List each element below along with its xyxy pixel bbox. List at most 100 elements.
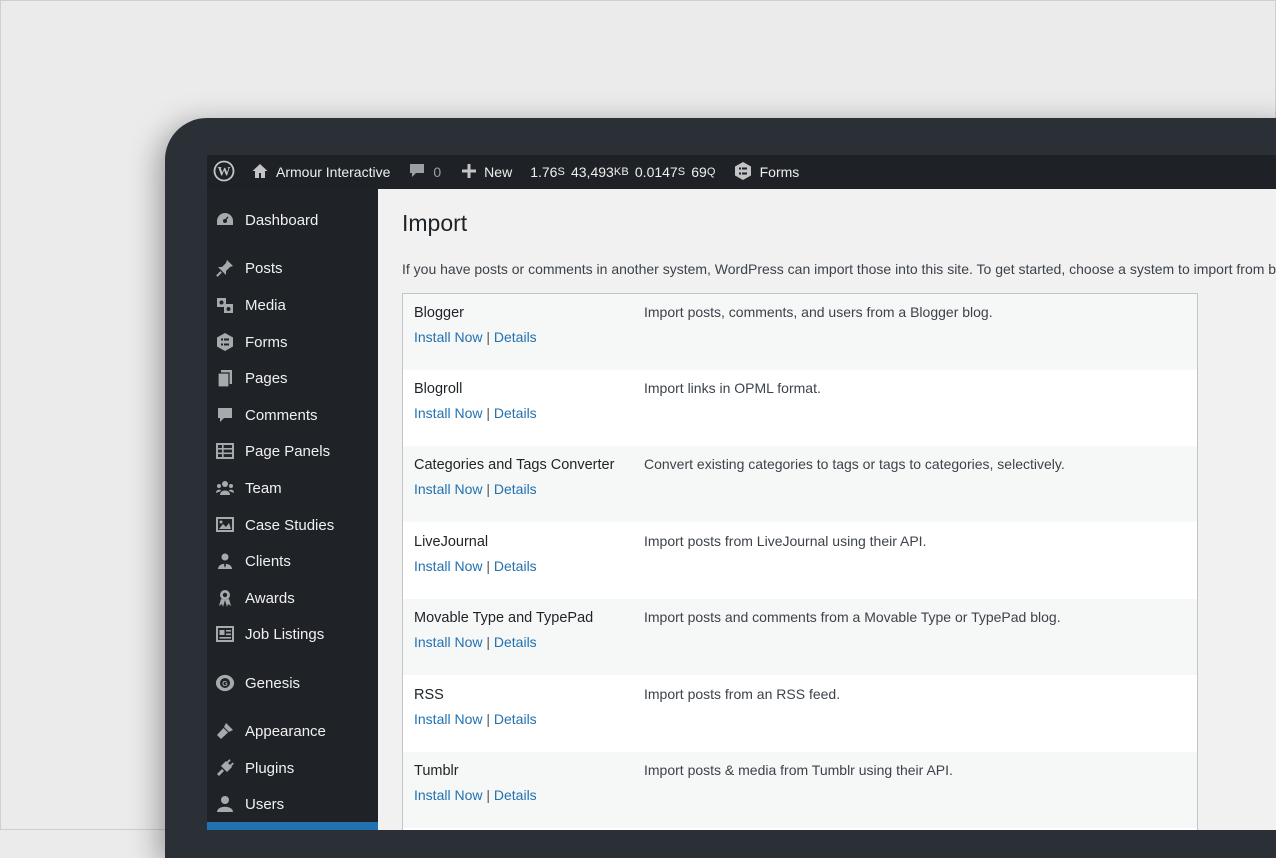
separator: | (486, 405, 490, 421)
user-icon (215, 794, 235, 814)
importer-actions: Install Now | Details (414, 634, 537, 650)
site-name: Armour Interactive (276, 164, 391, 180)
importer-description: Import posts, comments, and users from a… (644, 304, 993, 320)
plus-icon (461, 163, 477, 182)
sidebar-item-label: Job Listings (245, 625, 325, 643)
table-row: Movable Type and TypePad Install Now | D… (403, 599, 1197, 675)
details-link[interactable]: Details (494, 787, 537, 803)
install-now-link[interactable]: Install Now (414, 405, 482, 421)
sidebar-item-case-studies[interactable]: Case Studies (207, 507, 378, 543)
stat-query-time[interactable]: 0.0147 S (632, 155, 688, 189)
sidebar-item-comments[interactable]: Comments (207, 397, 378, 433)
gallery-icon (215, 515, 235, 535)
sidebar-item-label: Comments (245, 406, 318, 424)
install-now-link[interactable]: Install Now (414, 711, 482, 727)
sidebar-item-team[interactable]: Team (207, 470, 378, 506)
details-link[interactable]: Details (494, 558, 537, 574)
sidebar-item-page-panels[interactable]: Page Panels (207, 433, 378, 469)
sidebar-item-label: Plugins (245, 759, 295, 777)
install-now-link[interactable]: Install Now (414, 634, 482, 650)
home-icon (251, 162, 269, 183)
wordpress-logo-icon: W (213, 160, 235, 185)
dashboard-icon (215, 210, 235, 230)
award-icon (215, 588, 235, 608)
stat-query-time-value: 0.0147 (634, 164, 678, 180)
table-icon (215, 441, 235, 461)
separator: | (486, 634, 490, 650)
importer-description: Import posts & media from Tumblr using t… (644, 762, 953, 778)
separator: | (486, 329, 490, 345)
media-icon (215, 295, 235, 315)
importer-actions: Install Now | Details (414, 481, 537, 497)
svg-text:W: W (218, 163, 231, 178)
install-now-link[interactable]: Install Now (414, 558, 482, 574)
comment-icon (215, 405, 235, 425)
stat-queries-unit: Q (706, 166, 716, 178)
sidebar-item-genesis[interactable]: G Genesis (207, 665, 378, 701)
importer-actions: Install Now | Details (414, 787, 537, 803)
new-content-link[interactable]: New (447, 155, 518, 189)
install-now-link[interactable]: Install Now (414, 329, 482, 345)
importer-actions: Install Now | Details (414, 405, 537, 421)
sidebar-item-job-listings[interactable]: Job Listings (207, 616, 378, 652)
sidebar-item-label: Page Panels (245, 442, 331, 460)
sidebar-active-item[interactable] (207, 822, 378, 830)
sidebar-item-label: Media (245, 296, 286, 314)
sidebar-item-pages[interactable]: Pages (207, 360, 378, 396)
comments-count: 0 (433, 164, 442, 180)
sidebar-item-dashboard[interactable]: Dashboard (207, 202, 378, 238)
stat-memory[interactable]: 43,493 KB (568, 155, 632, 189)
forms-link[interactable]: Forms (719, 155, 806, 189)
sidebar-item-posts[interactable]: Posts (207, 250, 378, 286)
stat-query-time-unit: S (677, 166, 686, 178)
table-row: Blogroll Install Now | Details Import li… (403, 370, 1197, 446)
importer-actions: Install Now | Details (414, 711, 537, 727)
team-icon (215, 478, 235, 498)
wordpress-logo-button[interactable]: W (207, 155, 245, 189)
separator: | (486, 711, 490, 727)
details-link[interactable]: Details (494, 634, 537, 650)
comments-link[interactable]: 0 (396, 155, 447, 189)
admin-bar: W Armour Interactive 0 New 1.76 S 43,493 K… (207, 155, 1276, 189)
sidebar-item-appearance[interactable]: Appearance (207, 713, 378, 749)
stat-queries[interactable]: 69 Q (688, 155, 718, 189)
stat-memory-value: 43,493 (570, 164, 614, 180)
import-intro-text: If you have posts or comments in another… (402, 261, 1276, 277)
sidebar-item-forms[interactable]: Forms (207, 324, 378, 360)
stat-queries-value: 69 (691, 164, 707, 180)
sidebar-item-plugins[interactable]: Plugins (207, 750, 378, 786)
pin-icon (215, 258, 235, 278)
sidebar-item-media[interactable]: Media (207, 287, 378, 323)
sidebar-item-users[interactable]: Users (207, 786, 378, 822)
sidebar-item-label: Awards (245, 589, 295, 607)
sidebar-item-label: Clients (245, 552, 291, 570)
details-link[interactable]: Details (494, 481, 537, 497)
install-now-link[interactable]: Install Now (414, 481, 482, 497)
importer-name: Tumblr (414, 763, 459, 779)
importer-name: RSS (414, 687, 444, 703)
forms-icon (215, 332, 235, 352)
details-link[interactable]: Details (494, 405, 537, 421)
importers-table: Blogger Install Now | Details Import pos… (402, 293, 1198, 830)
separator: | (486, 558, 490, 574)
comment-bubble-icon (408, 162, 426, 182)
stat-time[interactable]: 1.76 S (518, 155, 568, 189)
sidebar-item-label: Dashboard (245, 211, 319, 229)
sidebar-item-label: Forms (245, 333, 288, 351)
details-link[interactable]: Details (494, 329, 537, 345)
sidebar-item-label: Posts (245, 259, 283, 277)
importer-description: Import posts from LiveJournal using thei… (644, 533, 927, 549)
sidebar-item-awards[interactable]: Awards (207, 580, 378, 616)
install-now-link[interactable]: Install Now (414, 787, 482, 803)
site-name-link[interactable]: Armour Interactive (245, 155, 396, 189)
separator: | (486, 787, 490, 803)
stat-memory-unit: KB (613, 166, 629, 178)
page-title: Import (402, 210, 468, 236)
sidebar-item-label: Pages (245, 369, 288, 387)
id-card-icon (215, 624, 235, 644)
sidebar-item-clients[interactable]: Clients (207, 543, 378, 579)
details-link[interactable]: Details (494, 711, 537, 727)
separator: | (486, 481, 490, 497)
importer-name: LiveJournal (414, 534, 489, 550)
table-row: Tumblr Install Now | Details Import post… (403, 752, 1197, 828)
